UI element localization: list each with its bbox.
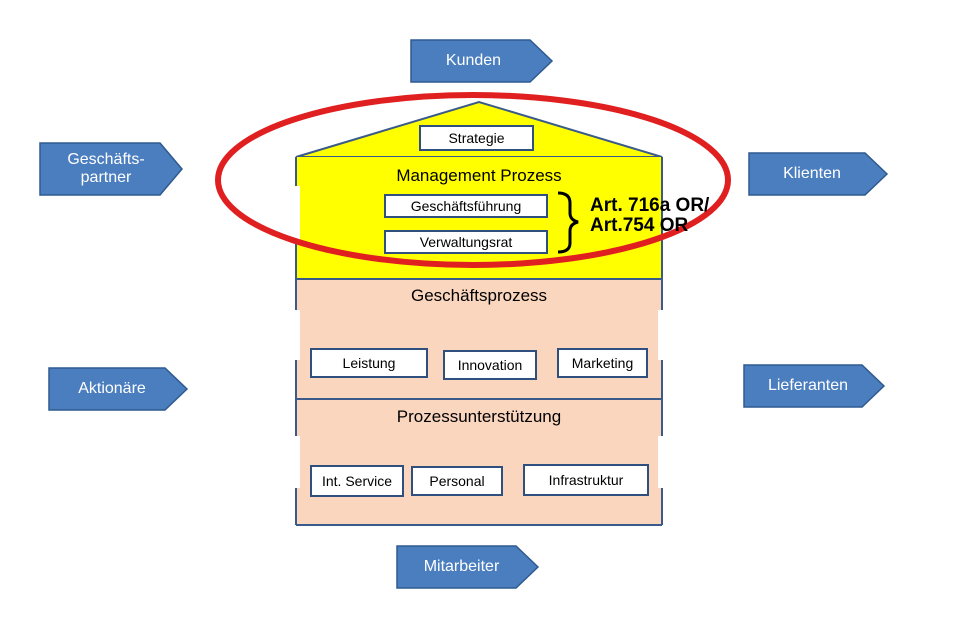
geschaeftsfuehrung-box: Geschäftsführung <box>384 194 548 218</box>
legal-reference-annotation: Art. 716a OR/ Art.754 OR <box>590 196 709 236</box>
arrow-label-kunden: Kunden <box>445 51 502 69</box>
infrastruktur-box: Infrastruktur <box>523 464 649 496</box>
diagram: Kunden Geschäfts- partner Klienten Aktio… <box>0 0 970 618</box>
arrow-label-lieferanten: Lieferanten <box>767 376 849 394</box>
int-service-box: Int. Service <box>310 465 404 497</box>
marketing-box: Marketing <box>557 348 648 378</box>
leistung-box: Leistung <box>310 348 428 378</box>
personal-box: Personal <box>411 466 503 496</box>
diagram-shapes <box>39 39 889 589</box>
wall-gap-left-1 <box>292 310 300 360</box>
strategie-box: Strategie <box>419 125 534 151</box>
wall-gap-right-1 <box>658 310 666 360</box>
arrow-label-aktionaere: Aktionäre <box>78 379 146 397</box>
arrow-label-geschaeftspartner-line1: Geschäfts- <box>67 150 145 168</box>
wall-gap-left-2 <box>292 436 300 488</box>
verwaltungsrat-box: Verwaltungsrat <box>384 230 548 254</box>
innovation-box: Innovation <box>443 350 537 380</box>
business-title: Geschäftsprozess <box>410 286 548 305</box>
arrow-label-klienten: Klienten <box>783 164 841 182</box>
legal-reference-line2: Art.754 OR <box>590 214 689 236</box>
management-title: Management Prozess <box>396 166 562 185</box>
wall-gap-right-2 <box>658 436 666 488</box>
arrow-label-geschaeftspartner: Geschäfts- partner <box>40 143 172 195</box>
arrow-label-geschaeftspartner-line2: partner <box>80 169 132 186</box>
legal-reference-line1: Art. 716a OR/ <box>590 195 710 216</box>
arrow-label-mitarbeiter: Mitarbeiter <box>423 557 500 575</box>
management-gap-left <box>292 186 300 244</box>
support-title: Prozessunterstützung <box>396 407 562 426</box>
